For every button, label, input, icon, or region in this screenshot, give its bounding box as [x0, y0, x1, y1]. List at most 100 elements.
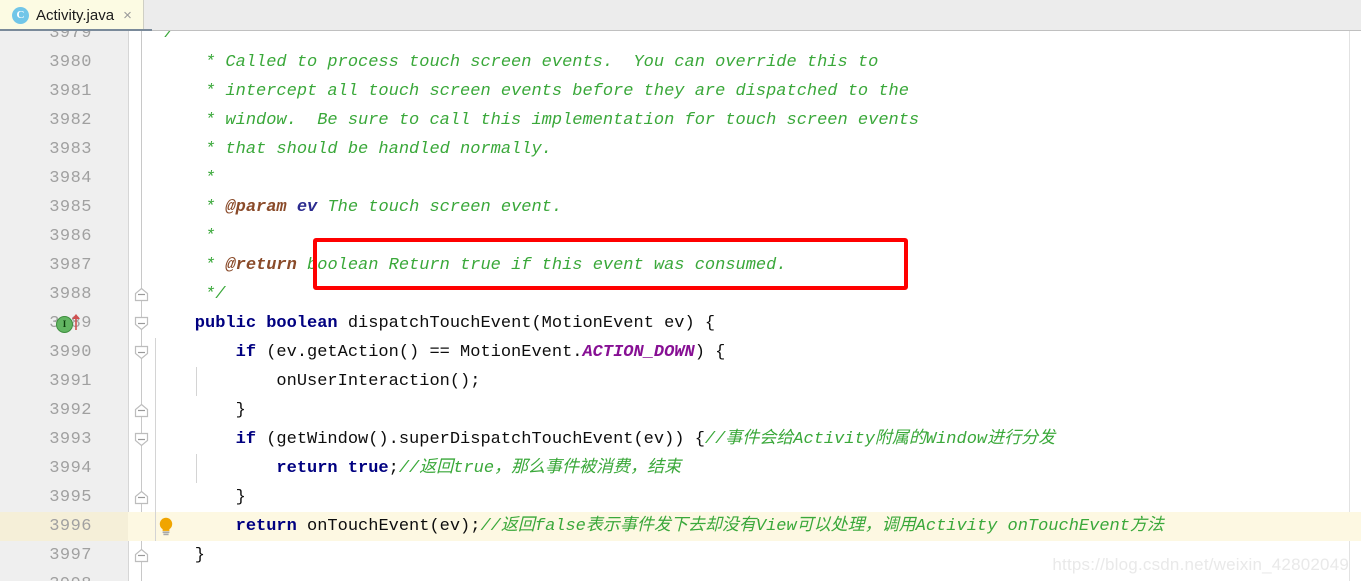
- indent-guide: [155, 396, 156, 425]
- code-line-text: }: [154, 483, 246, 512]
- code-line-row[interactable]: 3985 * @param ev The touch screen event.: [0, 193, 1361, 222]
- code-token: * Called to process touch screen events.…: [154, 53, 879, 72]
- code-line-row[interactable]: 3989 public boolean dispatchTouchEvent(M…: [0, 309, 1361, 338]
- override-method-arrow-icon[interactable]: [70, 313, 82, 331]
- code-line-row[interactable]: 3990 if (ev.getAction() == MotionEvent.A…: [0, 338, 1361, 367]
- code-token: * intercept all touch screen events befo…: [154, 82, 909, 101]
- code-token: * window. Be sure to call this implement…: [154, 111, 920, 130]
- code-token: }: [154, 488, 246, 507]
- line-number: 3995: [49, 488, 92, 507]
- code-token: */: [154, 285, 226, 304]
- code-line-row[interactable]: 3986 *: [0, 222, 1361, 251]
- code-line-text: * Called to process touch screen events.…: [154, 48, 878, 77]
- code-token: public boolean: [154, 314, 348, 333]
- line-number: 3986: [49, 227, 92, 246]
- indent-guide: [155, 483, 156, 512]
- code-token: //事件会给Activity附属的Window进行分发: [704, 430, 1056, 449]
- fold-region-end-icon[interactable]: [133, 286, 150, 303]
- code-line-row[interactable]: 3993 if (getWindow().superDispatchTouchE…: [0, 425, 1361, 454]
- code-line-text: if (getWindow().superDispatchTouchEvent(…: [154, 425, 1056, 454]
- code-line-text: if (ev.getAction() == MotionEvent.ACTION…: [154, 338, 726, 367]
- csdn-watermark: https://blog.csdn.net/weixin_42802049: [1052, 555, 1349, 574]
- code-token: }: [154, 401, 246, 420]
- code-line-row[interactable]: 3994 return true;//返回true，那么事件被消费，结束: [0, 454, 1361, 483]
- code-line-row[interactable]: 3988 */: [0, 280, 1361, 309]
- code-token: return: [154, 517, 308, 536]
- line-number: 3985: [49, 198, 92, 217]
- editor-tab-activity-java[interactable]: C Activity.java ×: [0, 0, 152, 31]
- indent-guide: [155, 425, 156, 454]
- line-number: 3981: [49, 82, 92, 101]
- code-line-row[interactable]: 3981 * intercept all touch screen events…: [0, 77, 1361, 106]
- code-line-row[interactable]: 3992 }: [0, 396, 1361, 425]
- code-token: * that should be handled normally.: [154, 140, 552, 159]
- indent-guide: [155, 367, 156, 396]
- code-line-row[interactable]: 3980 * Called to process touch screen ev…: [0, 48, 1361, 77]
- code-line-text: return true;//返回true，那么事件被消费，结束: [154, 454, 681, 483]
- code-token: *: [154, 256, 226, 275]
- editor-tab-label: Activity.java: [36, 7, 115, 24]
- editor-tab-bar: C Activity.java ×: [0, 0, 1361, 31]
- indent-guide: [155, 454, 156, 483]
- fold-region-end-icon[interactable]: [133, 547, 150, 564]
- code-token: *: [154, 169, 216, 188]
- code-line-text: * @param ev The touch screen event.: [154, 193, 562, 222]
- fold-collapse-icon[interactable]: [133, 315, 150, 332]
- code-token: @param: [225, 198, 287, 217]
- code-token: ev: [296, 198, 318, 217]
- code-line-text: }: [154, 396, 246, 425]
- code-token: ;: [388, 459, 399, 478]
- code-editor[interactable]: 3979 /3980 * Called to process touch scr…: [0, 31, 1361, 581]
- line-number: 3990: [49, 343, 92, 362]
- code-line-text: * @return boolean Return true if this ev…: [154, 251, 787, 280]
- code-token: //返回true，那么事件被消费，结束: [398, 459, 682, 478]
- code-line-text: return onTouchEvent(ev);//返回false表示事件发下去…: [154, 512, 1164, 541]
- code-line-text: /: [154, 31, 174, 48]
- code-line-text: * window. Be sure to call this implement…: [154, 106, 919, 135]
- code-line-row[interactable]: 3983 * that should be handled normally.: [0, 135, 1361, 164]
- line-number: 3987: [49, 256, 92, 275]
- line-number: 3982: [49, 111, 92, 130]
- code-token: onUserInteraction();: [154, 372, 481, 391]
- code-token: ) {: [694, 343, 726, 362]
- code-token: @return: [225, 256, 297, 275]
- code-line-row[interactable]: 3979 /: [0, 31, 1361, 48]
- intention-bulb-icon[interactable]: [157, 516, 175, 538]
- fold-collapse-icon[interactable]: [133, 431, 150, 448]
- code-token: boolean Return true if this event was co…: [296, 256, 787, 275]
- line-number: 3994: [49, 459, 92, 478]
- fold-region-end-icon[interactable]: [133, 489, 150, 506]
- line-number: 3979: [49, 31, 92, 43]
- code-line-row[interactable]: 3991 onUserInteraction();: [0, 367, 1361, 396]
- code-line-row[interactable]: 3982 * window. Be sure to call this impl…: [0, 106, 1361, 135]
- code-line-row[interactable]: 3987 * @return boolean Return true if th…: [0, 251, 1361, 280]
- code-line-row[interactable]: 3996 return onTouchEvent(ev);//返回false表示…: [0, 512, 1361, 541]
- line-number: 3991: [49, 372, 92, 391]
- indent-guide: [155, 338, 156, 367]
- code-line-row[interactable]: 3995 }: [0, 483, 1361, 512]
- line-number: 3984: [49, 169, 92, 188]
- code-token: onTouchEvent(ev);: [307, 517, 481, 536]
- code-token: //返回false表示事件发下去却没有View可以处理，调用Activity o…: [480, 517, 1164, 536]
- java-class-icon: C: [12, 7, 29, 24]
- ide-editor-window: C Activity.java × 3979 /3980 * Called to…: [0, 0, 1361, 581]
- code-token: The touch screen event.: [317, 198, 563, 217]
- code-line-text: */: [154, 280, 225, 309]
- code-token: *: [154, 198, 226, 217]
- code-line-text: public boolean dispatchTouchEvent(Motion…: [154, 309, 715, 338]
- code-token: (getWindow().superDispatchTouchEvent(ev)…: [266, 430, 705, 449]
- code-line-row[interactable]: 3984 *: [0, 164, 1361, 193]
- close-icon[interactable]: ×: [123, 8, 132, 23]
- code-line-text: *: [154, 222, 215, 251]
- code-lines: 3979 /3980 * Called to process touch scr…: [0, 31, 1361, 581]
- code-line-text: * intercept all touch screen events befo…: [154, 77, 909, 106]
- code-token: dispatchTouchEvent(MotionEvent ev) {: [347, 314, 716, 333]
- code-token: if: [154, 343, 267, 362]
- code-line-text: onUserInteraction();: [154, 367, 480, 396]
- indent-guide: [195, 367, 197, 396]
- fold-region-end-icon[interactable]: [133, 402, 150, 419]
- code-token: (ev.getAction() == MotionEvent.: [266, 343, 583, 362]
- fold-collapse-icon[interactable]: [133, 344, 150, 361]
- code-line-text: *: [154, 164, 215, 193]
